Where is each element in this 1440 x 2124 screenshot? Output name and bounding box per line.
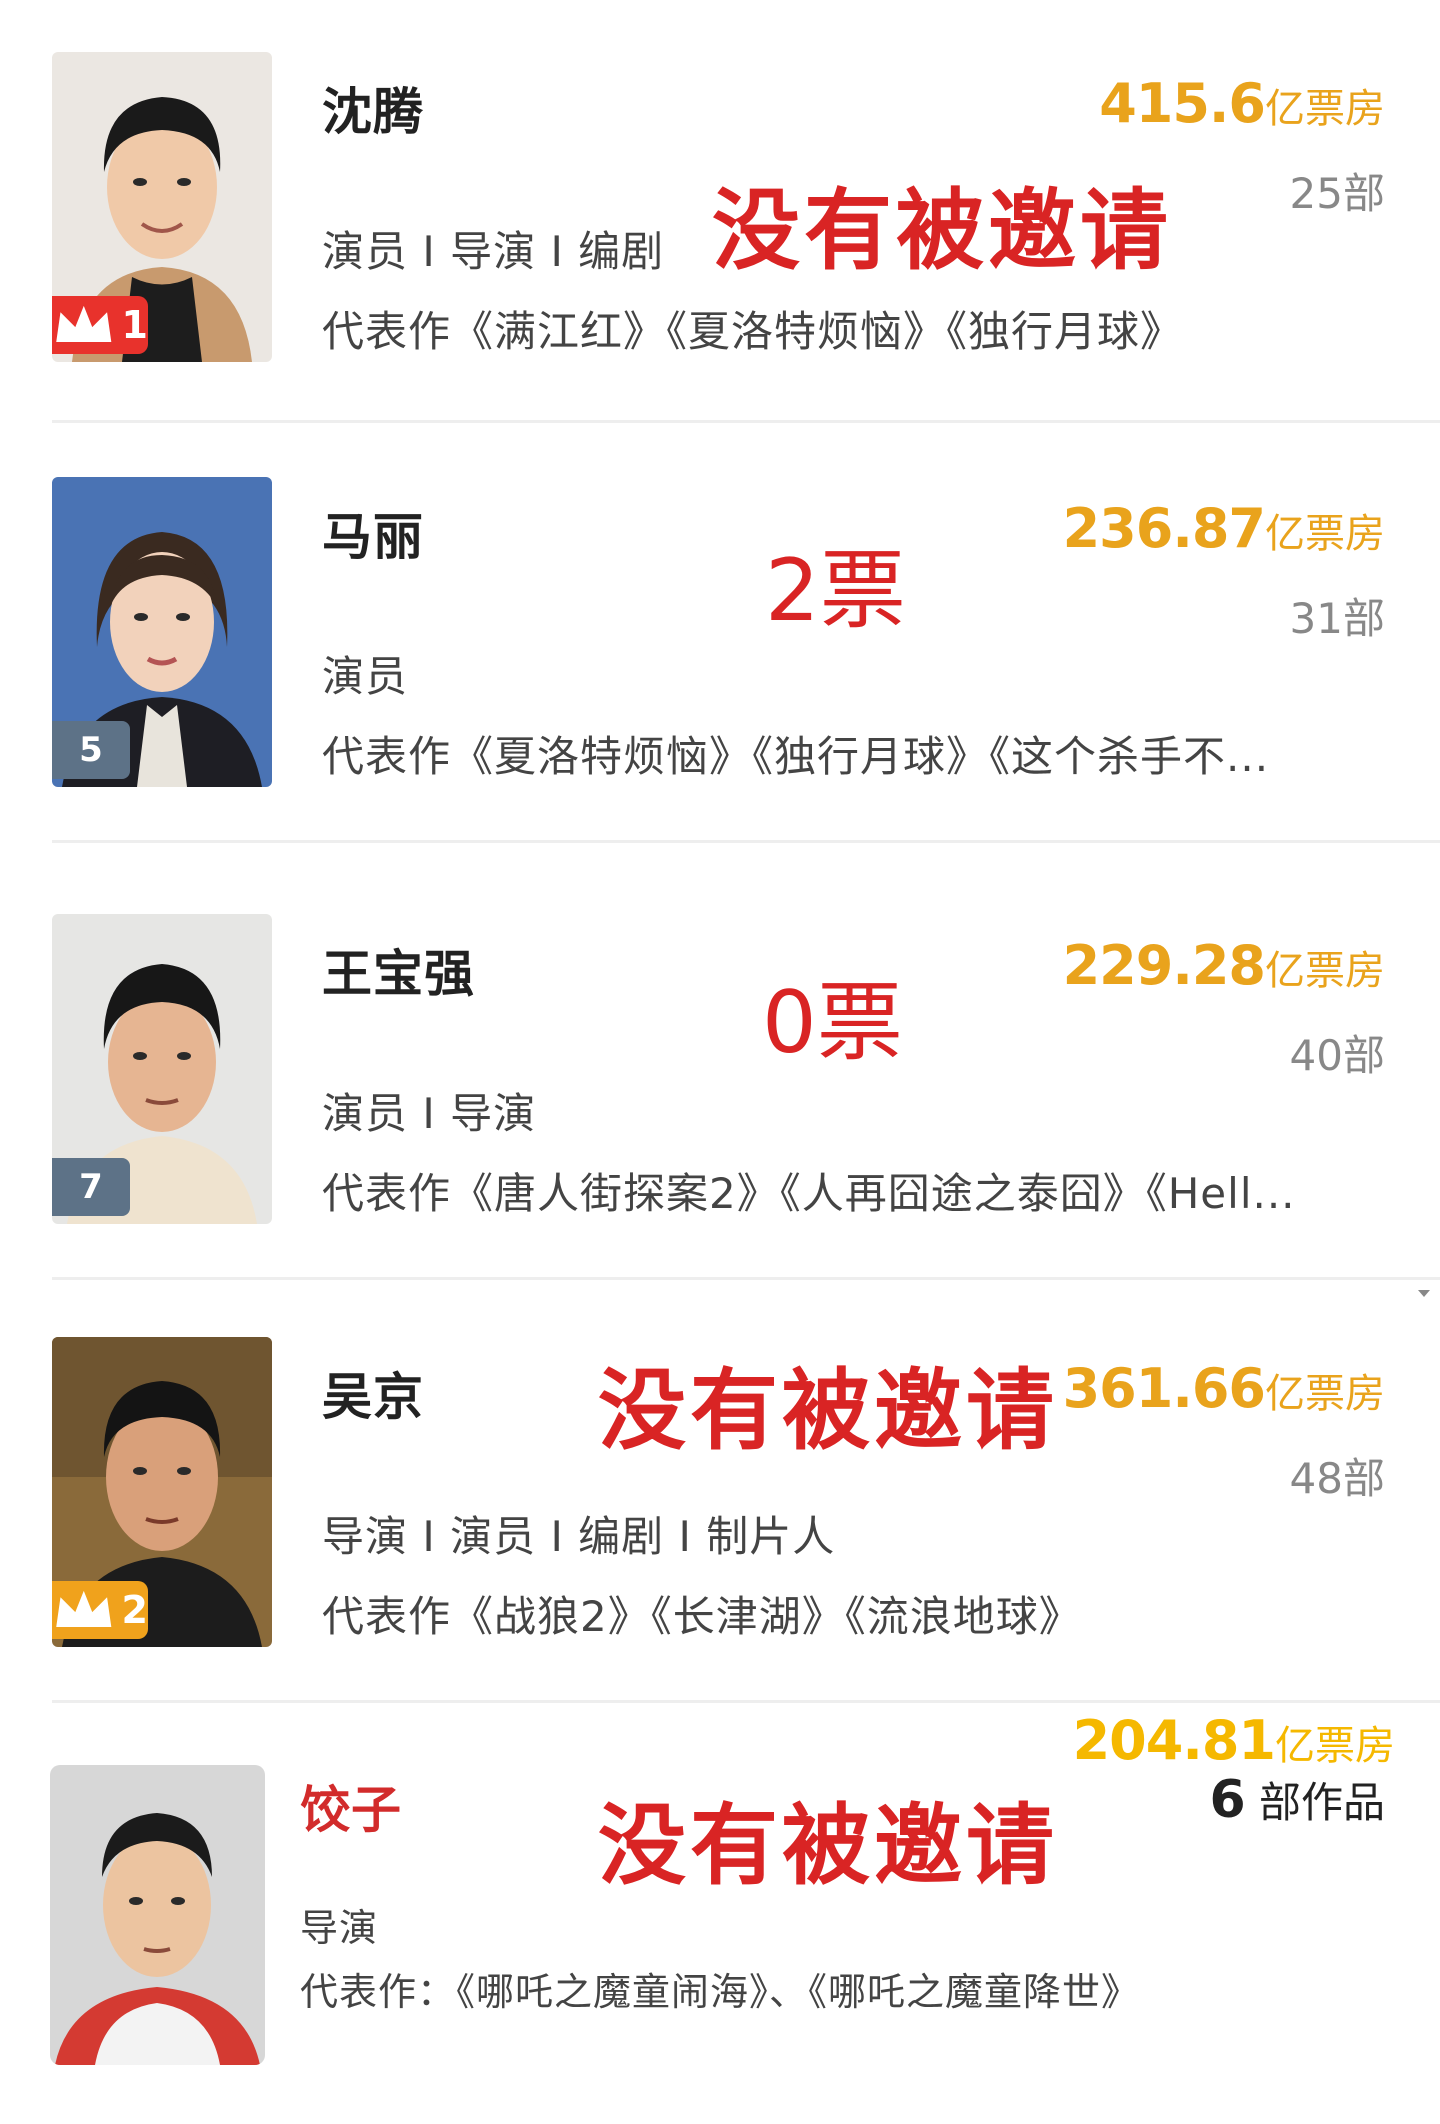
divider [52,1700,1440,1703]
overlay-annotation: 没有被邀请 [712,179,1173,282]
person-name[interactable]: 沈腾 [322,72,424,144]
rank-number: 5 [79,730,103,770]
avatar: 2 [52,1337,272,1647]
divider [52,420,1440,423]
works-count: 48部 [1289,1454,1385,1503]
box-office: 229.28亿票房 [1063,934,1385,997]
person-card-wujing[interactable]: 2 吴京 361.66亿票房 48部 没有被邀请 导演 I 演员 I 编剧 I … [0,1285,1440,1700]
rank-badge: 5 [52,721,130,779]
rank-number: 1 [121,303,148,347]
crown-icon [56,305,112,342]
divider [52,840,1440,843]
person-roles: 演员 I 导演 I 编剧 [322,227,665,276]
avatar [50,1765,265,2065]
avatar: 1 [52,52,272,362]
box-office-number: 361.66 [1062,1357,1266,1420]
rank-number: 2 [121,1588,148,1632]
works-count: 25部 [1289,169,1385,218]
box-office: 236.87亿票房 [1063,497,1385,560]
box-office-number: 204.81 [1072,1709,1276,1772]
person-roles: 演员 I 导演 [322,1089,537,1138]
works-count-unit: 部作品 [1258,1778,1385,1827]
person-name[interactable]: 王宝强 [322,934,475,1006]
person-card-mali[interactable]: 5 马丽 236.87亿票房 31部 2票 演员 代表作《夏洛特烦恼》《独行月球… [0,425,1440,840]
overlay-annotation: 没有被邀请 [598,1794,1059,1897]
avatar: 5 [52,477,272,787]
box-office-unit: 亿票房 [1265,1371,1385,1417]
person-name[interactable]: 马丽 [322,497,424,569]
avatar: 7 [52,914,272,1224]
overlay-annotation: 0票 [762,973,903,1073]
box-office: 361.66亿票房 [1063,1357,1385,1420]
person-card-jiaozi[interactable]: 饺子 204.81亿票房 6 部作品 没有被邀请 导演 代表作：《哪吒之魔童闹海… [0,1705,1440,2124]
representative-works: 代表作《战狼2》《长津湖》《流浪地球》 [322,1592,1082,1641]
box-office: 415.6亿票房 [1099,72,1385,135]
box-office: 204.81亿票房 [1073,1709,1395,1772]
box-office-unit: 亿票房 [1275,1723,1395,1769]
person-name[interactable]: 吴京 [322,1357,424,1429]
person-card-wangbaoqiang[interactable]: 7 王宝强 229.28亿票房 40部 0票 演员 I 导演 代表作《唐人街探案… [0,862,1440,1277]
rank-badge: 2 [52,1581,148,1639]
divider [52,1277,1440,1280]
works-count: 31部 [1289,594,1385,643]
representative-works: 代表作《夏洛特烦恼》《独行月球》《这个杀手不... [322,732,1270,781]
box-office-number: 415.6 [1099,72,1266,135]
portrait-photo [50,1765,265,2065]
representative-works: 代表作：《哪吒之魔童闹海》、《哪吒之魔童降世》 [300,1970,1141,2014]
overlay-annotation: 没有被邀请 [598,1359,1059,1462]
rank-number: 7 [79,1167,103,1207]
works-count-number: 6 [1209,1770,1246,1830]
works-count: 6 部作品 [1209,1769,1385,1830]
overlay-annotation: 2票 [765,541,906,641]
person-roles: 导演 [300,1906,379,1950]
box-office-unit: 亿票房 [1265,948,1385,994]
person-card-shenteng[interactable]: 1 沈腾 415.6亿票房 25部 没有被邀请 演员 I 导演 I 编剧 代表作… [0,0,1440,420]
box-office-unit: 亿票房 [1265,511,1385,557]
box-office-number: 236.87 [1062,497,1266,560]
box-office-number: 229.28 [1062,934,1266,997]
person-name[interactable]: 饺子 [300,1770,402,1842]
box-office-unit: 亿票房 [1265,86,1385,132]
works-count: 40部 [1289,1031,1385,1080]
person-roles: 导演 I 演员 I 编剧 I 制片人 [322,1512,836,1561]
crown-icon [56,1590,112,1627]
person-roles: 演员 [322,652,409,701]
representative-works: 代表作《满江红》《夏洛特烦恼》《独行月球》 [322,307,1184,356]
rank-badge: 1 [52,296,148,354]
rank-badge: 7 [52,1158,130,1216]
representative-works: 代表作《唐人街探案2》《人再囧途之泰囧》《Hell... [322,1169,1296,1218]
